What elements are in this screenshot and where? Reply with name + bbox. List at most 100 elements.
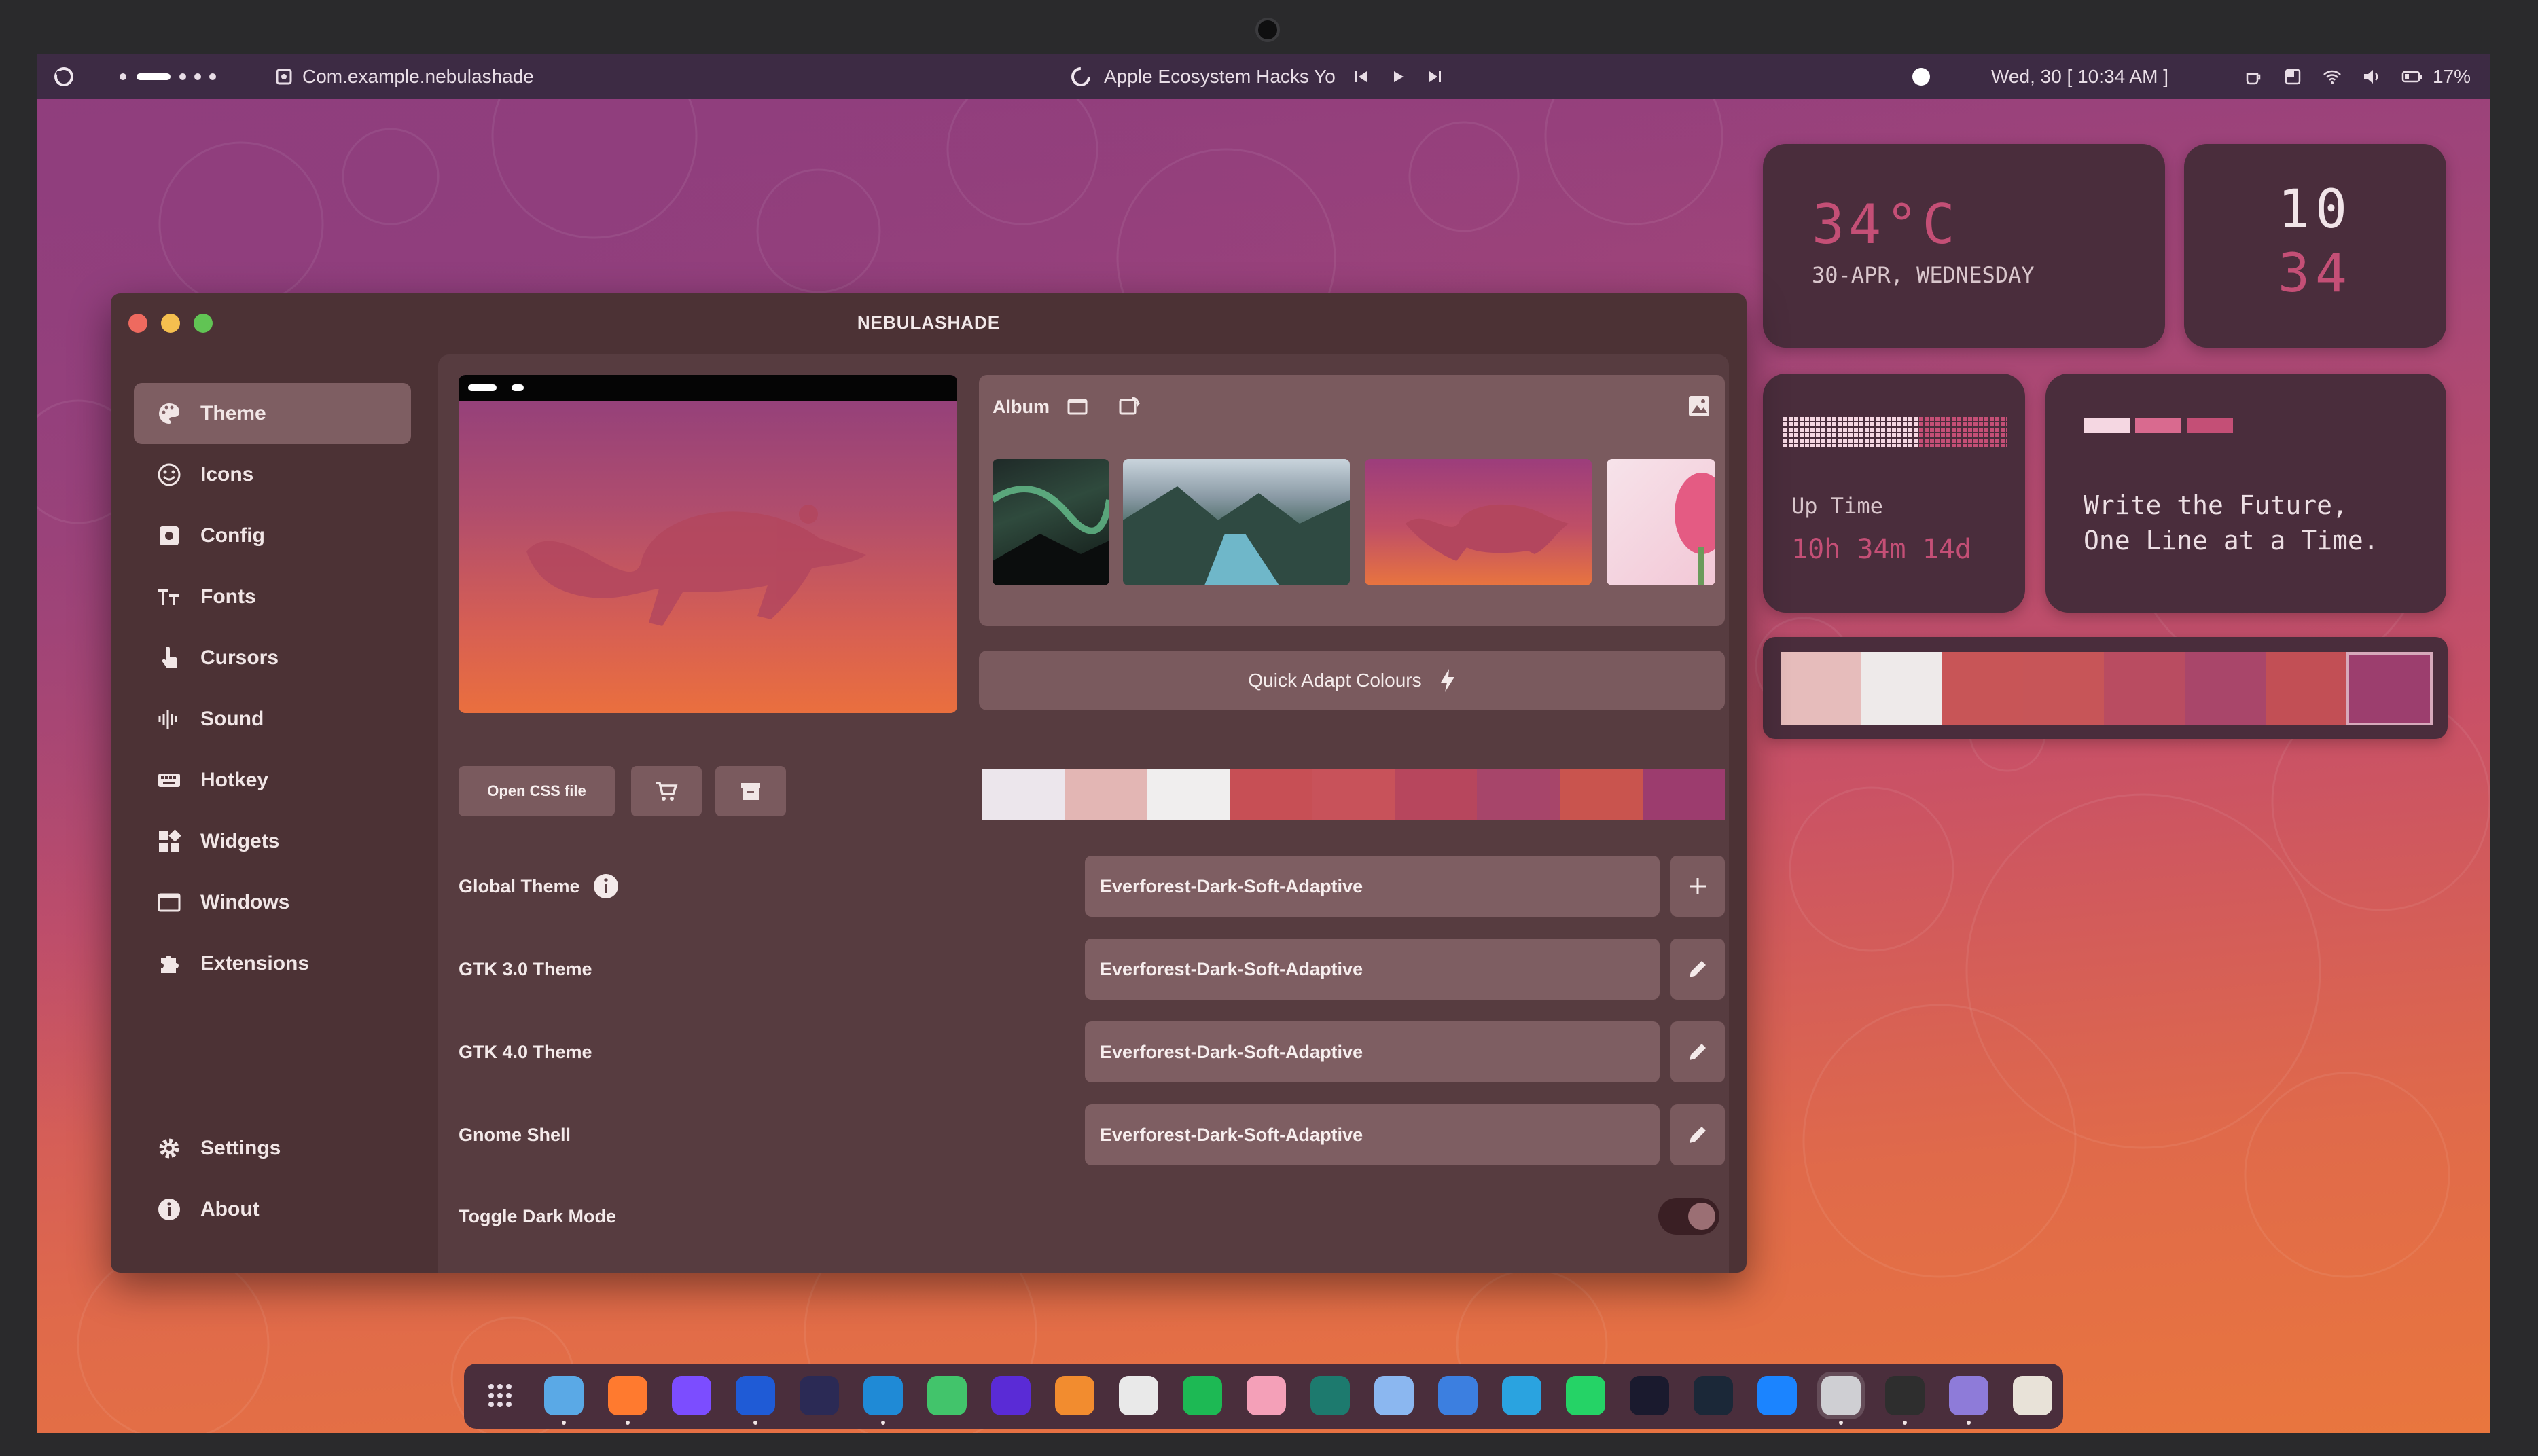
browser-icon[interactable] [991,1376,1031,1415]
workspace-indicator[interactable] [119,54,221,99]
sidebar-item-icons[interactable]: Icons [134,444,411,505]
global-theme-field[interactable]: Everforest-Dark-Soft-Adaptive [1085,856,1660,917]
open-css-file-button[interactable]: Open CSS file [459,766,615,816]
running-indicator [1903,1421,1907,1425]
apps-grid-icon[interactable] [480,1376,520,1415]
top-bar: Com.example.nebulashade Apple Ecosystem … [37,54,2490,99]
settings-icon[interactable] [1817,1372,1865,1419]
palette-swatch[interactable] [1312,769,1395,820]
clock-minute: 34 [2278,243,2353,304]
console-icon[interactable] [1885,1376,1925,1415]
wifi-icon[interactable] [2323,67,2342,86]
obsidian-icon[interactable] [672,1376,711,1415]
gallery-icon[interactable] [1687,394,1711,418]
telegram-icon[interactable] [1502,1376,1541,1415]
sidebar-item-about[interactable]: About [134,1179,411,1240]
status-dot[interactable] [1911,54,1931,99]
image-viewer-icon[interactable] [1949,1376,1988,1415]
uptime-widget: Up Time 10h 34m 14d [1763,374,2025,613]
terminal-icon[interactable] [800,1376,839,1415]
monitor-bezel: Com.example.nebulashade Apple Ecosystem … [0,0,2538,1456]
palette-swatch[interactable] [1147,769,1230,820]
media-player[interactable]: Apple Ecosystem Hacks Yo [1070,54,1443,99]
battery-icon[interactable] [2401,67,2423,86]
gtk4-theme-field[interactable]: Everforest-Dark-Soft-Adaptive [1085,1021,1660,1082]
sidebar-item-label: Cursors [200,647,279,669]
sidebar-item-extensions[interactable]: Extensions [134,933,411,994]
wallpaper-thumb-tulip[interactable] [1607,459,1715,585]
add-theme-button[interactable] [1670,856,1725,917]
minimize-window-button[interactable] [161,314,180,333]
leaf-icon[interactable] [927,1376,967,1415]
sidebar-item-sound[interactable]: Sound [134,689,411,750]
screen-icon[interactable] [2283,67,2302,86]
play-icon[interactable] [1390,69,1406,85]
palette-swatch[interactable] [1642,769,1726,820]
sidebar-item-fonts[interactable]: Fonts [134,566,411,627]
workspace-dots-icon [120,73,216,80]
gtk3-theme-field[interactable]: Everforest-Dark-Soft-Adaptive [1085,939,1660,1000]
vscode-icon[interactable] [863,1376,903,1415]
globe-icon[interactable] [1310,1376,1350,1415]
edit-gtk4-button[interactable] [1670,1021,1725,1082]
activities-button[interactable] [54,54,74,99]
camera-icon [1255,18,1280,42]
spotify-icon[interactable] [1183,1376,1222,1415]
sidebar-item-windows[interactable]: Windows [134,872,411,933]
next-track-icon[interactable] [1427,69,1443,85]
archive-button[interactable] [715,766,786,816]
tools-icon[interactable] [1374,1376,1414,1415]
running-indicator [562,1421,566,1425]
trash-icon[interactable] [2013,1376,2052,1415]
store-button[interactable] [631,766,702,816]
previous-track-icon[interactable] [1353,69,1370,85]
focused-app[interactable]: Com.example.nebulashade [275,54,534,99]
wallpaper-thumb-numbat[interactable] [1365,459,1592,585]
palette-swatch[interactable] [1477,769,1560,820]
palette-swatch[interactable] [982,769,1065,820]
coffee-icon[interactable] [2244,67,2263,86]
sidebar-item-hotkey[interactable]: Hotkey [134,750,411,811]
appstore-icon[interactable] [1757,1376,1797,1415]
preview-topbar [459,375,957,401]
files-icon[interactable] [544,1376,584,1415]
photos-icon[interactable] [1247,1376,1286,1415]
sidebar-item-cursors[interactable]: Cursors [134,627,411,689]
refresh-image-icon[interactable] [1118,395,1141,418]
dark-mode-toggle[interactable] [1658,1198,1719,1235]
window-frame-icon[interactable] [1066,395,1089,418]
palette-swatch[interactable] [1394,769,1478,820]
headphones-icon[interactable] [1630,1376,1669,1415]
firefox-icon[interactable] [608,1376,647,1415]
sidebar-item-label: Hotkey [200,769,269,791]
palette-swatch[interactable] [1064,769,1147,820]
clock[interactable]: Wed, 30 [ 10:34 AM ] [1991,54,2168,99]
sidebar-item-settings[interactable]: Settings [134,1118,411,1179]
sidebar-item-config[interactable]: Config [134,505,411,566]
gimp-icon[interactable] [1055,1376,1094,1415]
gtk3-theme-label: GTK 3.0 Theme [459,939,592,1000]
wallpaper-thumb-aurora[interactable] [993,459,1109,585]
steam-icon[interactable] [1694,1376,1733,1415]
word-icon[interactable] [736,1376,775,1415]
palette-swatch[interactable] [1229,769,1312,820]
wallpaper-thumb-lake[interactable] [1123,459,1350,585]
edit-gtk3-button[interactable] [1670,939,1725,1000]
whatsapp-icon[interactable] [1566,1376,1605,1415]
pencil-icon [1690,961,1706,977]
weather-widget: 34°C 30-APR, WEDNESDAY [1763,144,2165,348]
inkscape-icon[interactable] [1119,1376,1158,1415]
sidebar-item-widgets[interactable]: Widgets [134,811,411,872]
volume-icon[interactable] [2362,67,2381,86]
close-window-button[interactable] [128,314,147,333]
gnome-shell-field[interactable]: Everforest-Dark-Soft-Adaptive [1085,1104,1660,1165]
system-tray[interactable]: 17% [2244,54,2471,99]
sidebar-item-theme[interactable]: Theme [134,383,411,444]
quick-adapt-colours-button[interactable]: Quick Adapt Colours [979,651,1725,710]
builder-icon[interactable] [1438,1376,1478,1415]
info-icon[interactable] [592,873,620,900]
maximize-window-button[interactable] [194,314,213,333]
quote-accent-bars [2084,418,2233,433]
edit-gnome-shell-button[interactable] [1670,1104,1725,1165]
palette-swatch[interactable] [1559,769,1643,820]
